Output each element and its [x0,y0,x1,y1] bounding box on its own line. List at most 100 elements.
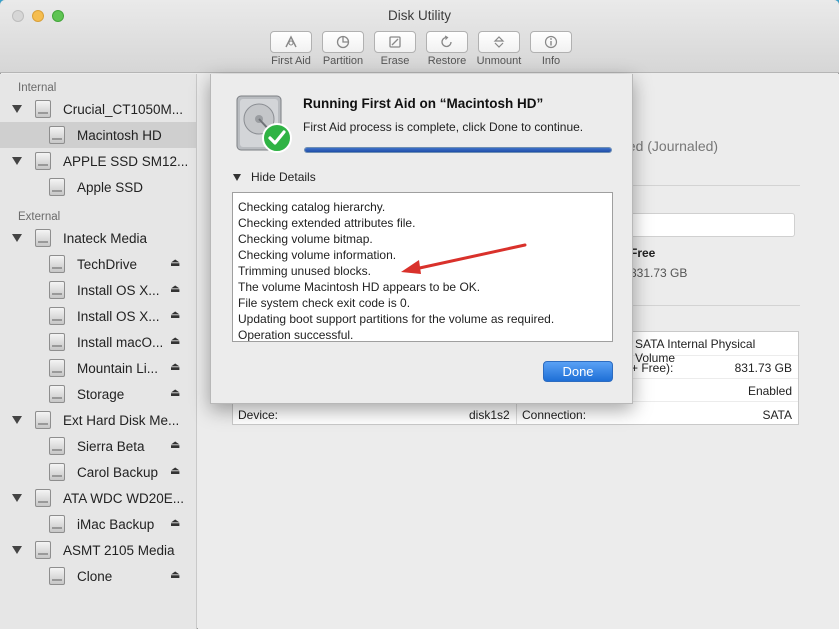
sidebar-item[interactable]: Crucial_CT1050M... [0,96,196,122]
sidebar-item[interactable]: APPLE SSD SM12... [0,148,196,174]
volume-icon [49,333,65,351]
sidebar: Internal Crucial_CT1050M... Macintosh HD A… [0,74,197,629]
restore-icon [426,31,468,53]
sidebar-item-label: Install OS X... [77,308,160,324]
disclosure-triangle-icon[interactable] [12,157,22,165]
info-button[interactable]: Info [525,31,577,67]
sidebar-item[interactable]: Install OS X... ⏏ [0,277,196,303]
sidebar-item[interactable]: iMac Backup ⏏ [0,511,196,537]
disclosure-triangle-icon[interactable] [12,416,22,424]
info-icon [530,31,572,53]
sidebar-item[interactable]: Storage ⏏ [0,381,196,407]
volume-icon [49,437,65,455]
unmount-icon [478,31,520,53]
hide-details-toggle[interactable]: Hide Details [233,170,316,184]
disclosure-triangle-icon[interactable] [12,234,22,242]
sidebar-item[interactable]: Inateck Media [0,225,196,251]
info-smart-value: Enabled [747,384,792,398]
sidebar-item[interactable]: TechDrive ⏏ [0,251,196,277]
sidebar-item-label: Inateck Media [63,230,148,246]
sheet-title: Running First Aid on “Macintosh HD” [303,96,544,111]
free-label: Free [630,246,656,260]
eject-icon[interactable]: ⏏ [170,282,180,295]
sidebar-item[interactable]: Install OS X... ⏏ [0,303,196,329]
drive-icon [35,100,51,118]
sidebar-item-label: Mountain Li... [77,360,159,376]
usage-bar [618,213,795,237]
sidebar-section-external: External [18,211,61,223]
drive-icon [35,152,51,170]
log-output[interactable]: Checking catalog hierarchy. Checking exte… [232,192,613,342]
eject-icon[interactable]: ⏏ [170,464,180,477]
sidebar-section-internal: Internal [18,82,57,94]
sidebar-item-label: Sierra Beta [77,438,145,454]
info-connection-value: SATA [762,408,792,422]
internal-list: Crucial_CT1050M... Macintosh HD APPLE SSD … [0,96,196,200]
sidebar-item-label: Macintosh HD [77,127,162,143]
toolbar: First Aid Partition Erase Restore Unmoun… [265,31,577,67]
sidebar-item-label: Install OS X... [77,282,160,298]
sidebar-item[interactable]: ASMT 2105 Media [0,537,196,563]
sidebar-item-label: APPLE SSD SM12... [63,153,189,169]
sidebar-item-label: Install macO... [77,334,164,350]
sidebar-item[interactable]: Apple SSD [0,174,196,200]
sidebar-item-label: Clone [77,568,113,584]
sidebar-item[interactable]: Carol Backup ⏏ [0,459,196,485]
sidebar-item[interactable]: ATA WDC WD20E... [0,485,196,511]
disclosure-triangle-icon[interactable] [12,105,22,113]
unmount-button[interactable]: Unmount [473,31,525,67]
sidebar-item-label: Ext Hard Disk Me... [63,412,180,428]
progress-fill [305,148,611,152]
eject-icon[interactable]: ⏏ [170,438,180,451]
sidebar-item[interactable]: Mountain Li... ⏏ [0,355,196,381]
disclosure-triangle-icon[interactable] [12,546,22,554]
log-line: Checking catalog hierarchy. [238,200,386,214]
sidebar-item[interactable]: Sierra Beta ⏏ [0,433,196,459]
sidebar-item-label: Storage [77,386,125,402]
volume-icon [49,385,65,403]
erase-icon [374,31,416,53]
sidebar-item-label: Apple SSD [77,179,144,195]
eject-icon[interactable]: ⏏ [170,516,180,529]
sidebar-item-label: Carol Backup [77,464,159,480]
info-device-value: disk1s2 [469,408,510,422]
drive-icon [35,229,51,247]
drive-icon [35,411,51,429]
hide-details-label: Hide Details [251,170,316,184]
sidebar-item[interactable]: Install macO... ⏏ [0,329,196,355]
volume-icon [49,255,65,273]
eject-icon[interactable]: ⏏ [170,256,180,269]
erase-button[interactable]: Erase [369,31,421,67]
log-line: Operation successful. [238,328,354,342]
log-line: File system check exit code is 0. [238,296,411,310]
sidebar-item-label: iMac Backup [77,516,155,532]
window-title: Disk Utility [388,8,451,23]
first-aid-button[interactable]: First Aid [265,31,317,67]
volume-icon [49,567,65,585]
disclosure-triangle-icon [233,173,241,181]
disclosure-triangle-icon[interactable] [12,494,22,502]
restore-button[interactable]: Restore [421,31,473,67]
free-value: 831.73 GB [630,266,688,280]
partition-button[interactable]: Partition [317,31,369,67]
done-button[interactable]: Done [543,361,613,382]
volume-icon [49,281,65,299]
partition-label: Partition [322,55,364,67]
eject-icon[interactable]: ⏏ [170,360,180,373]
sidebar-item[interactable]: Ext Hard Disk Me... [0,407,196,433]
sidebar-item[interactable]: Macintosh HD [0,122,196,148]
sidebar-item-label: ATA WDC WD20E... [63,490,185,506]
eject-icon[interactable]: ⏏ [170,334,180,347]
eject-icon[interactable]: ⏏ [170,568,180,581]
sidebar-item[interactable]: Clone ⏏ [0,563,196,589]
eject-icon[interactable]: ⏏ [170,308,180,321]
volume-format-text: ded (Journaled) [620,138,719,154]
log-line: The volume Macintosh HD appears to be OK… [238,280,481,294]
title-bar: Disk Utility First Aid Partition Erase R… [0,0,839,73]
first-aid-label: First Aid [271,55,311,67]
eject-icon[interactable]: ⏏ [170,386,180,399]
volume-icon [49,463,65,481]
partition-icon [322,31,364,53]
volume-icon [49,126,65,144]
first-aid-icon [270,31,312,53]
